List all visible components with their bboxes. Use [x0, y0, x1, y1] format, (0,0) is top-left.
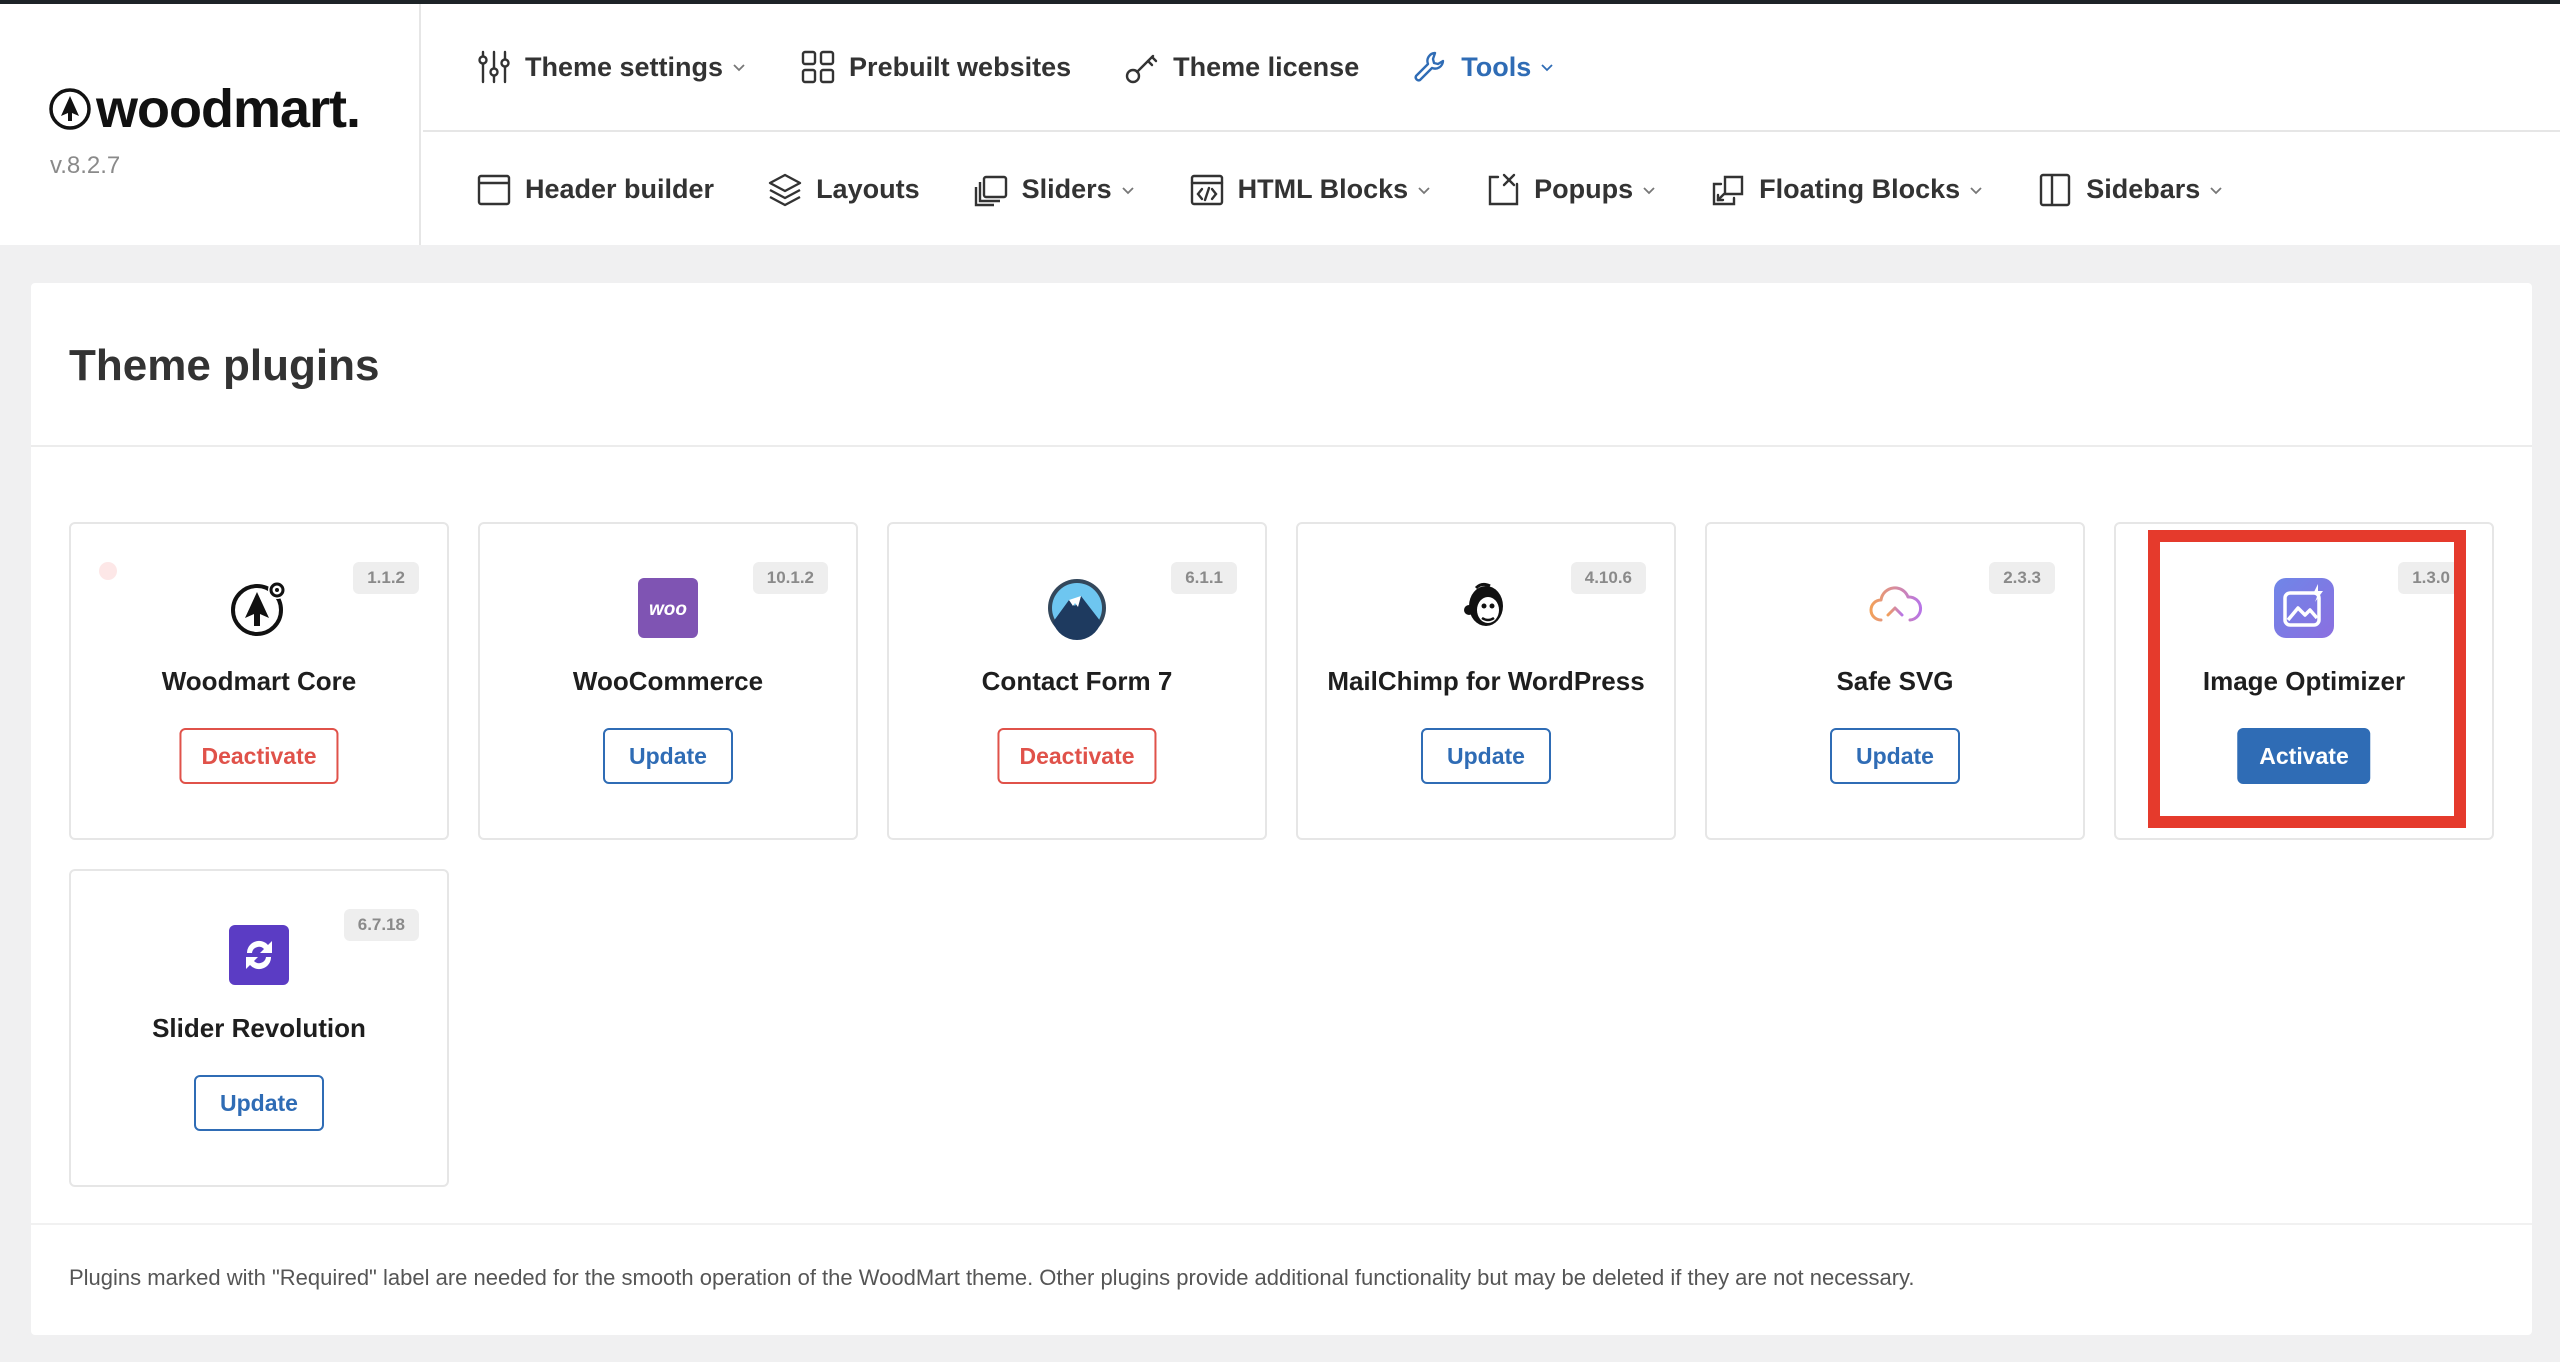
primary-nav: Theme settings Prebuilt websites Theme l… [423, 4, 2560, 132]
sliders-icon [478, 50, 510, 84]
nav-prebuilt-websites[interactable]: Prebuilt websites [799, 48, 1071, 86]
nav-label: Tools [1461, 51, 1532, 82]
nav-theme-settings[interactable]: Theme settings [475, 48, 747, 86]
version-badge: 1.1.2 [353, 562, 419, 594]
mailchimp-icon [1454, 576, 1518, 640]
nav-floating-blocks[interactable]: Floating Blocks [1709, 171, 1984, 209]
grid-icon [801, 50, 835, 84]
activate-button[interactable]: Activate [2237, 728, 2371, 784]
nav-label: Layouts [816, 174, 920, 204]
plugin-card-woodmart-core: 1.1.2 Woodmart Core Deactivate [69, 522, 449, 840]
chevron-down-icon [1643, 186, 1655, 194]
update-button[interactable]: Update [603, 728, 733, 784]
brand-name: woodmart. [96, 79, 361, 139]
divider [31, 1223, 2532, 1225]
image-optimizer-icon [2272, 576, 2336, 640]
deactivate-button[interactable]: Deactivate [179, 728, 339, 784]
nav-popups[interactable]: Popups [1484, 171, 1657, 209]
nav-layouts[interactable]: Layouts [766, 171, 920, 209]
nav-label: Header builder [525, 174, 715, 204]
floating-block-icon [1712, 175, 1744, 205]
code-window-icon [1190, 174, 1223, 205]
woocommerce-icon: woo [636, 576, 700, 640]
version-badge: 4.10.6 [1570, 562, 1646, 594]
plugin-card-slider-revolution: 6.7.18 Slider Revolution Update [69, 869, 449, 1187]
deactivate-button[interactable]: Deactivate [997, 728, 1157, 784]
popup-icon [1488, 173, 1519, 205]
plugin-card-contact-form-7: 6.1.1 Contact Form 7 Deactivate [887, 522, 1267, 840]
plugin-card-safe-svg: 2.3.3 Safe SVG Update [1705, 522, 2085, 840]
nav-tools[interactable]: Tools [1411, 48, 1555, 86]
nav-label: HTML Blocks [1237, 174, 1409, 204]
plugin-name: Image Optimizer [2202, 666, 2406, 696]
header: woodmart. v.8.2.7 Theme settings Prebuil… [0, 4, 2560, 245]
plugin-name: WooCommerce [572, 666, 764, 696]
brand-version: v.8.2.7 [50, 152, 121, 179]
update-button[interactable]: Update [1830, 728, 1960, 784]
woo-icon-text: woo [649, 599, 687, 620]
nav-label: Sidebars [2086, 174, 2201, 204]
version-badge: 10.1.2 [752, 562, 828, 594]
nav-label: Popups [1534, 174, 1634, 204]
plugins-note: Plugins marked with "Required" label are… [69, 1265, 1915, 1290]
window-icon [477, 174, 511, 205]
plugin-name: Safe SVG [1836, 666, 1954, 696]
slides-icon [974, 175, 1007, 206]
chevron-down-icon [1970, 186, 1982, 194]
nav-label: Prebuilt websites [849, 51, 1072, 82]
update-button[interactable]: Update [194, 1075, 324, 1131]
cloud-upload-icon [1863, 576, 1927, 640]
nav-label: Theme license [1173, 51, 1360, 82]
update-button[interactable]: Update [1421, 728, 1551, 784]
theme-plugins-panel: Theme plugins 1.1.2 Woodmart Core Deacti… [31, 283, 2532, 1335]
chevron-down-icon [1418, 186, 1430, 194]
nav-html-blocks[interactable]: HTML Blocks [1188, 171, 1433, 209]
plugin-name: Contact Form 7 [981, 666, 1173, 696]
version-badge: 1.3.0 [2398, 562, 2464, 594]
nav-theme-license[interactable]: Theme license [1123, 48, 1359, 86]
chevron-down-icon [1122, 186, 1134, 194]
chevron-down-icon [1541, 64, 1553, 72]
plugin-card-image-optimizer: 1.3.0 Image Optimizer Activate [2114, 522, 2494, 840]
nav-sidebars[interactable]: Sidebars [2036, 171, 2224, 209]
plugin-name: Woodmart Core [161, 666, 357, 696]
contact-form-icon [1045, 576, 1109, 640]
nav-label: Sliders [1021, 174, 1112, 204]
key-icon [1125, 54, 1158, 84]
plugin-card-woocommerce: 10.1.2 woo WooCommerce Update [478, 522, 858, 840]
plugin-name: Slider Revolution [152, 1013, 366, 1043]
woodmart-logo-icon [49, 88, 91, 130]
slider-revolution-icon [227, 923, 291, 987]
version-badge: 6.7.18 [343, 909, 419, 941]
plugin-card-mailchimp: 4.10.6 MailChimp for WordPress Update [1296, 522, 1676, 840]
wrench-icon [1414, 51, 1445, 82]
woodmart-core-icon [227, 576, 291, 640]
version-badge: 2.3.3 [1989, 562, 2055, 594]
brand-logo[interactable]: woodmart. [48, 79, 361, 139]
plugin-name: MailChimp for WordPress [1327, 666, 1645, 696]
chevron-down-icon [2210, 186, 2222, 194]
page-title: Theme plugins [69, 341, 380, 390]
brand: woodmart. v.8.2.7 [0, 4, 421, 245]
layers-icon [768, 173, 802, 206]
nav-sliders[interactable]: Sliders [972, 171, 1136, 209]
chevron-down-icon [733, 64, 745, 72]
status-dot [99, 562, 117, 580]
version-badge: 6.1.1 [1171, 562, 1237, 594]
divider [31, 445, 2532, 447]
nav-label: Theme settings [525, 51, 724, 82]
nav-header-builder[interactable]: Header builder [475, 171, 714, 209]
sidebar-icon [2040, 173, 2071, 206]
nav-label: Floating Blocks [1759, 174, 1961, 204]
secondary-nav: Header builder Layouts Sliders HTML Bloc… [423, 134, 2560, 245]
